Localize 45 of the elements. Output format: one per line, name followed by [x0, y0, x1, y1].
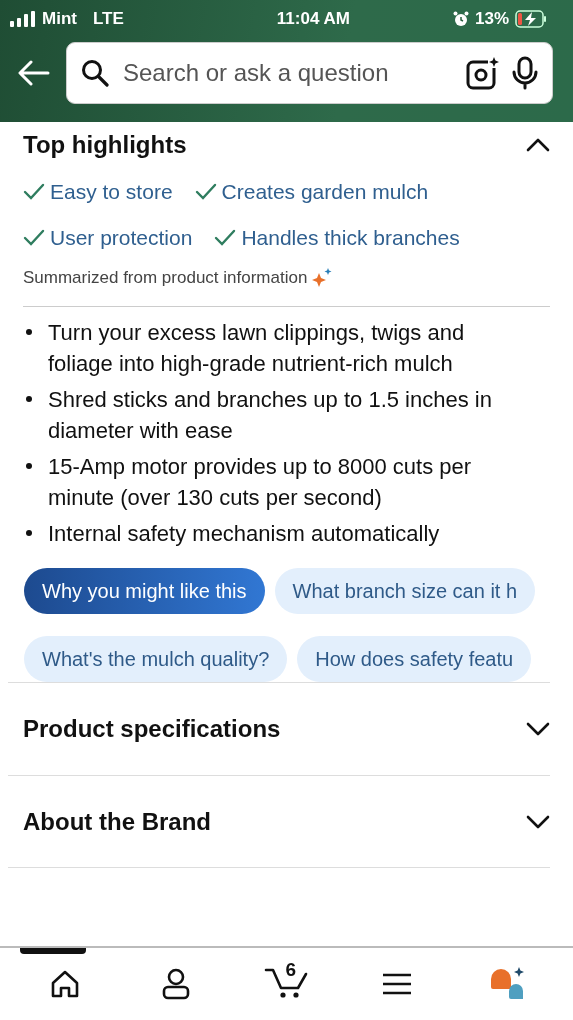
chevron-icon[interactable]: [526, 814, 550, 829]
section-title: Product specifications: [23, 715, 281, 743]
check-icon: [23, 229, 45, 247]
bullet-dot: [26, 530, 32, 536]
check-icon: [214, 229, 237, 247]
battery-charging-icon: [515, 10, 547, 28]
chevron-icon[interactable]: [526, 138, 550, 152]
highlight-tag: Easy to store: [50, 180, 173, 204]
bullet-text: Internal safety mechanism automatically: [48, 520, 440, 548]
sparkle-icon: [311, 268, 334, 288]
summary-note: Summarized from product information: [23, 268, 308, 288]
highlight-tag: User protection: [50, 226, 193, 250]
chevron-icon[interactable]: [526, 722, 550, 736]
network-type: LTE: [92, 9, 124, 29]
question-chip[interactable]: How does safety featu: [297, 636, 532, 682]
back-arrow-icon[interactable]: [18, 60, 50, 86]
question-chip[interactable]: What's the mulch quality?: [24, 636, 288, 682]
bullet-dot: [26, 329, 32, 335]
check-icon: [23, 183, 45, 201]
question-chip[interactable]: What branch size can it h: [274, 568, 536, 614]
microphone-icon[interactable]: [512, 56, 538, 90]
battery-percent: 13%: [474, 9, 509, 29]
bullet-dot: [26, 463, 32, 469]
question-chip[interactable]: Why you might like this: [24, 568, 265, 614]
carrier-name: Mint: [42, 9, 77, 29]
section-title: Top highlights: [23, 131, 187, 159]
section-title: About the Brand: [23, 807, 211, 836]
bullet-text: Shred sticks and branches up to 1.5 inches in diameter with ease: [48, 386, 493, 445]
highlight-tag: Creates garden mulch: [221, 180, 429, 204]
check-icon: [194, 183, 217, 201]
cart-count: 6: [285, 959, 297, 981]
home-icon[interactable]: [50, 969, 81, 999]
search-bar[interactable]: Search or ask a question: [66, 42, 553, 104]
bullet-text: Turn your excess lawn clippings, twigs and foliage into high-grade nutrient-rich mulch: [48, 319, 466, 378]
camera-icon[interactable]: [466, 56, 500, 90]
search-icon: [81, 59, 109, 87]
menu-icon[interactable]: [382, 972, 413, 996]
bullet-text: 15-Amp motor provides up to 8000 cuts per minute (over 130 cuts per second): [48, 453, 473, 512]
highlight-tag: Handles thick branches: [241, 226, 460, 250]
clock-time: 11:04 AM: [276, 9, 350, 29]
alarm-icon: [452, 11, 469, 27]
search-field[interactable]: Search or ask a question: [121, 58, 454, 88]
bullet-dot: [26, 396, 32, 402]
signal-icon: [10, 11, 36, 27]
account-icon[interactable]: [160, 968, 191, 1000]
